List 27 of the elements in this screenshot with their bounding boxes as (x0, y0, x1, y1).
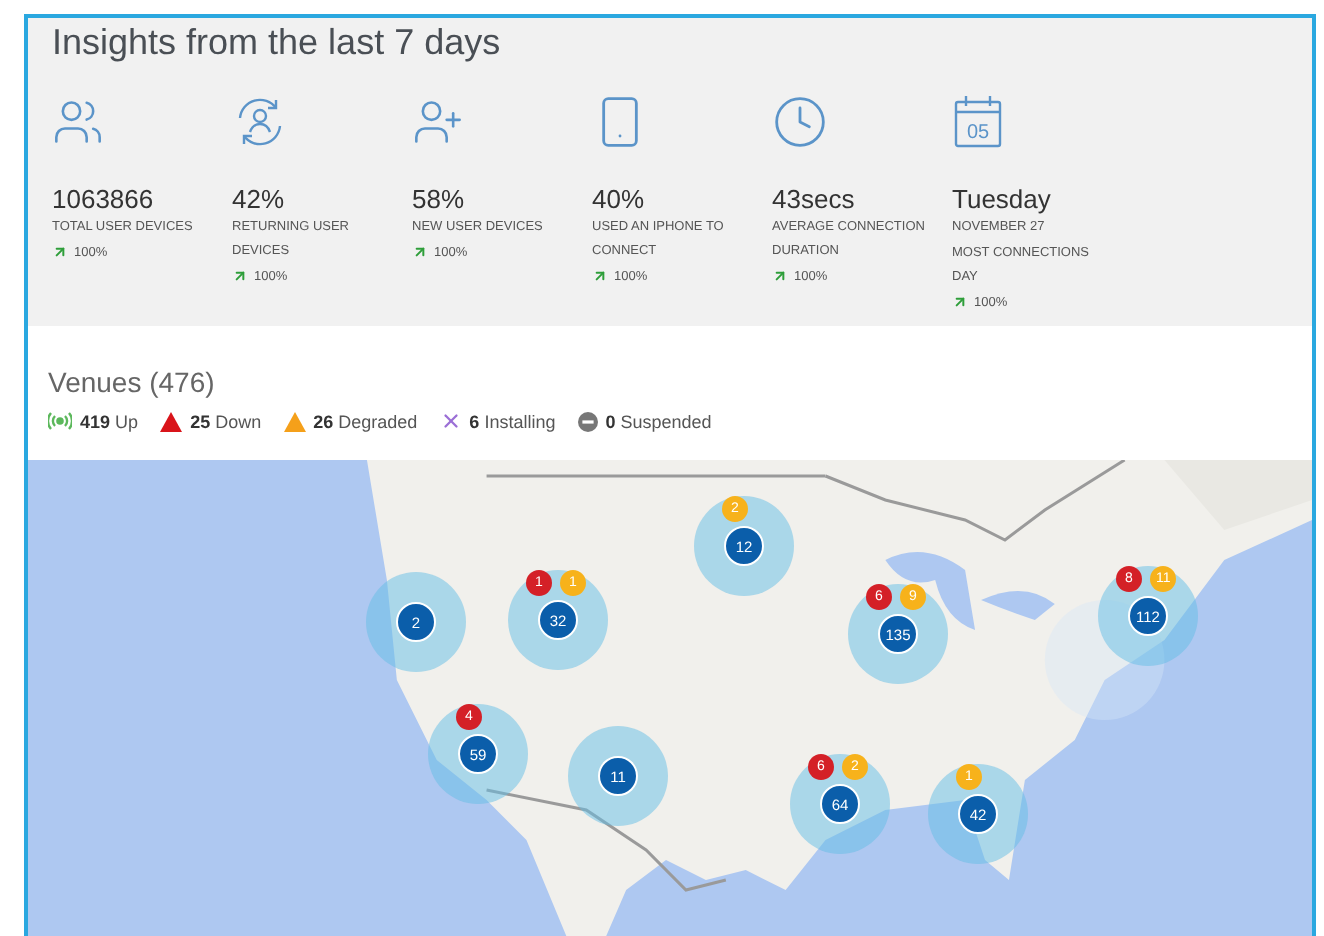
trend-up-icon (232, 268, 248, 284)
trend-up-icon (952, 294, 968, 310)
clock-icon (772, 94, 828, 150)
stat-value: Tuesday (952, 184, 1051, 214)
stat-value: 40% (592, 184, 645, 214)
legend-label: 26 Degraded (313, 411, 418, 431)
warning-icon (160, 411, 183, 431)
signal-icon (48, 412, 72, 430)
minus-circle-icon (577, 411, 598, 431)
users-icon (52, 96, 104, 148)
insights-title: Insights from the last 7 days (52, 22, 503, 64)
trend-up-icon (52, 244, 68, 260)
stat-value: 43secs (772, 184, 855, 214)
stat-value: 42% (232, 184, 285, 214)
legend-label: 419 Up (80, 411, 139, 431)
legend-label: 0 Suspended (605, 411, 712, 431)
stat-value: 58% (412, 184, 465, 214)
trend-up-icon (412, 244, 428, 260)
warning-icon (283, 411, 306, 431)
calendar-icon: 05 (952, 94, 1004, 150)
legend-label: 6 Installing (469, 411, 556, 431)
venues-title: Venues (476) (48, 366, 217, 398)
trend-up-icon (772, 268, 788, 284)
stat-value: 1063866 (52, 184, 154, 214)
user-plus-icon (412, 96, 464, 148)
trend-up-icon (592, 268, 608, 284)
legend-label: 25 Down (190, 411, 262, 431)
